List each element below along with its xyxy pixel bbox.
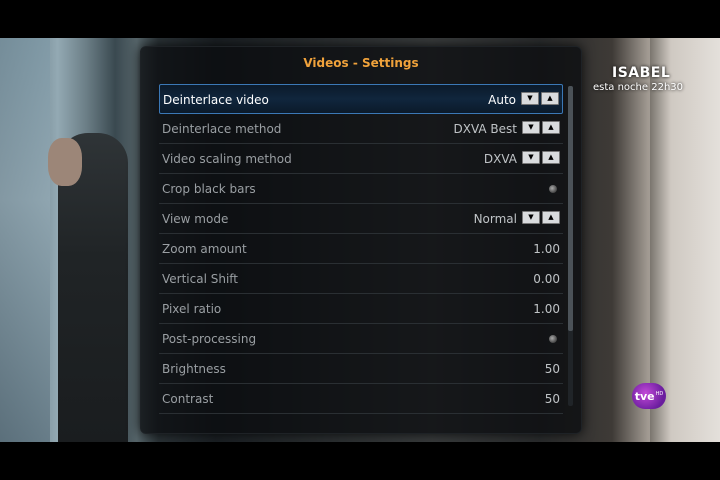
- setting-value: 1.00: [533, 302, 560, 316]
- setting-label: Crop black bars: [162, 182, 256, 196]
- spinner: ▼ ▲: [522, 211, 560, 224]
- setting-value: 0.00: [533, 272, 560, 286]
- setting-label: Deinterlace video: [163, 93, 269, 107]
- setting-video-scaling-method[interactable]: Video scaling method DXVA ▼ ▲: [159, 144, 563, 174]
- video-window-frame: [650, 38, 720, 442]
- setting-value: Auto: [488, 93, 516, 107]
- scrollbar-thumb[interactable]: [568, 86, 573, 331]
- spinner: ▼ ▲: [521, 92, 559, 105]
- program-time: esta noche 22h30: [593, 82, 683, 93]
- setting-value: 50: [544, 392, 560, 406]
- setting-brightness[interactable]: Brightness 50: [159, 354, 563, 384]
- spin-up-icon[interactable]: ▲: [541, 92, 559, 105]
- radio-off-icon[interactable]: [549, 335, 557, 343]
- setting-post-processing[interactable]: Post-processing: [159, 324, 563, 354]
- setting-contrast[interactable]: Contrast 50: [159, 384, 563, 414]
- spinner: ▼ ▲: [522, 151, 560, 164]
- setting-label: View mode: [162, 212, 229, 226]
- spin-up-icon[interactable]: ▲: [542, 151, 560, 164]
- setting-label: Video scaling method: [162, 152, 292, 166]
- video-settings-dialog: Videos - Settings Deinterlace video Auto…: [140, 46, 582, 434]
- spin-down-icon[interactable]: ▼: [522, 121, 540, 134]
- setting-zoom-amount[interactable]: Zoom amount 1.00: [159, 234, 563, 264]
- setting-label: Vertical Shift: [162, 272, 239, 286]
- setting-value: DXVA Best: [453, 122, 518, 136]
- setting-label: Deinterlace method: [162, 122, 282, 136]
- channel-logo: tve HD: [632, 383, 666, 409]
- channel-logo-text: tve: [634, 389, 655, 403]
- channel-logo-hd-badge: HD: [655, 391, 664, 397]
- setting-value: 50: [544, 362, 560, 376]
- spin-down-icon[interactable]: ▼: [522, 211, 540, 224]
- setting-label: Pixel ratio: [162, 302, 222, 316]
- video-person-head: [48, 138, 82, 186]
- radio-off-icon[interactable]: [549, 185, 557, 193]
- dialog-title: Videos - Settings: [303, 56, 419, 70]
- setting-deinterlace-method[interactable]: Deinterlace method DXVA Best ▼ ▲: [159, 114, 563, 144]
- setting-view-mode[interactable]: View mode Normal ▼ ▲: [159, 204, 563, 234]
- setting-value: 1.00: [533, 242, 560, 256]
- setting-label: Brightness: [162, 362, 226, 376]
- spin-up-icon[interactable]: ▲: [542, 211, 560, 224]
- setting-label: Zoom amount: [162, 242, 247, 256]
- setting-label: Post-processing: [162, 332, 257, 346]
- setting-pixel-ratio[interactable]: Pixel ratio 1.00: [159, 294, 563, 324]
- program-title: ISABEL: [612, 65, 671, 81]
- setting-value: DXVA: [483, 152, 517, 166]
- setting-value: Normal: [473, 212, 517, 226]
- setting-crop-black-bars[interactable]: Crop black bars: [159, 174, 563, 204]
- setting-vertical-shift[interactable]: Vertical Shift 0.00: [159, 264, 563, 294]
- settings-scrollbar[interactable]: [568, 86, 573, 406]
- video-glass-panel: [0, 38, 50, 442]
- spinner: ▼ ▲: [522, 121, 560, 134]
- spin-down-icon[interactable]: ▼: [521, 92, 539, 105]
- settings-list: Deinterlace video Auto ▼ ▲ Deinterlace m…: [159, 84, 563, 414]
- setting-deinterlace-video[interactable]: Deinterlace video Auto ▼ ▲: [159, 84, 563, 114]
- spin-up-icon[interactable]: ▲: [542, 121, 560, 134]
- spin-down-icon[interactable]: ▼: [522, 151, 540, 164]
- setting-label: Contrast: [162, 392, 214, 406]
